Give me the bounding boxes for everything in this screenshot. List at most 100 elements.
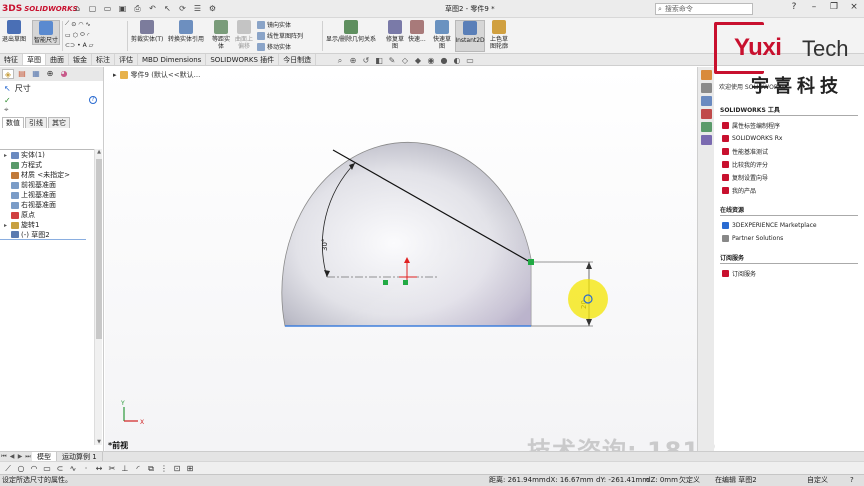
tree-item[interactable]: 右视基准面 (0, 200, 94, 210)
tab-annotation[interactable]: 标注 (92, 54, 115, 65)
home-icon[interactable]: ⌂ (72, 3, 83, 14)
fillet-icon[interactable]: ◜ (87, 32, 89, 39)
first-tab-icon[interactable]: ⏮ (0, 453, 8, 461)
section-view-icon[interactable]: ◧ (374, 56, 384, 65)
convert-entities-button[interactable]: 转换实体引用 (168, 20, 204, 43)
convert-icon[interactable]: ⊞ (185, 463, 195, 474)
link-partner-solutions[interactable]: Partner Solutions (720, 232, 864, 245)
trim-entities-button[interactable]: 剪裁实体(T) (131, 20, 163, 43)
rectangle-icon[interactable]: ▭ (65, 32, 71, 39)
offset-entities-button[interactable]: 等距实体 (211, 20, 231, 50)
graphics-area[interactable]: ▸ 零件9 (默认<<默认... 30° Y X *前视 (105, 67, 841, 465)
move-entities-button[interactable]: 移动实体 (257, 42, 291, 51)
ok-button[interactable]: ✓ (0, 96, 103, 105)
last-tab-icon[interactable]: ⏭ (24, 453, 32, 461)
tab-sheet-metal[interactable]: 钣金 (69, 54, 92, 65)
display-style-icon[interactable]: ◆ (413, 56, 423, 65)
prev-tab-icon[interactable]: ◀ (8, 453, 16, 460)
options-gear-icon[interactable]: ⚙ (207, 3, 218, 14)
surface-offset-button[interactable]: 曲面上偏移 (234, 20, 254, 50)
property-manager-tab-icon[interactable]: ◈ (2, 69, 14, 79)
tab-model[interactable]: 模型 (32, 451, 57, 462)
shaded-contours-button[interactable]: 上色草图轮廓 (488, 20, 510, 50)
arc-icon[interactable]: ◠ (29, 463, 39, 474)
polygon-icon[interactable]: ⬡ (73, 32, 78, 39)
rapid-sketch-button[interactable]: 快速草图 (432, 20, 452, 50)
pattern-icon[interactable]: ⋮ (159, 463, 169, 474)
quick-snaps-button[interactable]: 快速... (408, 20, 426, 43)
relations-icon[interactable]: ⊥ (120, 463, 130, 474)
units-selector[interactable]: 自定义 (807, 475, 828, 486)
open-icon[interactable]: ▭ (102, 3, 113, 14)
help-icon[interactable]: ? (788, 2, 800, 12)
angle-dimension-text[interactable]: 30° (321, 239, 329, 251)
previous-view-icon[interactable]: ↺ (361, 56, 371, 65)
offset-icon[interactable]: ⊡ (172, 463, 182, 474)
file-explorer-icon[interactable] (700, 96, 712, 106)
tab-other[interactable]: 其它 (48, 117, 70, 128)
circle-icon[interactable]: ○ (16, 463, 26, 474)
view-settings-icon[interactable]: ▭ (465, 56, 475, 65)
new-document-icon[interactable]: ▢ (87, 3, 98, 14)
tool-my-products[interactable]: 我的产品 (720, 184, 864, 197)
tab-leaders[interactable]: 引线 (25, 117, 47, 128)
endpoint-marker[interactable] (528, 259, 534, 265)
zoom-area-icon[interactable]: ⊕ (348, 56, 358, 65)
scroll-thumb[interactable] (96, 159, 102, 339)
sketch-canvas[interactable]: 30° 20 Y X (105, 67, 697, 451)
exit-sketch-button[interactable]: 退出草图 (2, 20, 26, 43)
expand-arrow-icon[interactable]: ▸ (4, 152, 9, 159)
tool-copy-settings[interactable]: 复制设置向导 (720, 171, 864, 184)
appearances-icon[interactable] (700, 122, 712, 132)
tree-item[interactable]: ▸ 旋转1 (0, 220, 94, 230)
tab-addins[interactable]: SOLIDWORKS 插件 (206, 54, 280, 65)
tree-item[interactable]: 材质 <未指定> (0, 170, 94, 180)
hide-show-items-icon[interactable]: ◉ (426, 56, 436, 65)
solidworks-resources-icon[interactable] (700, 70, 712, 80)
instant2d-button[interactable]: Instant2D (455, 20, 485, 52)
arc-icon[interactable]: ◠ (78, 21, 83, 28)
tree-item[interactable]: 方程式 (0, 160, 94, 170)
apply-scene-icon[interactable]: ◐ (452, 56, 462, 65)
minimize-icon[interactable]: – (808, 2, 820, 12)
repair-sketch-button[interactable]: 修复草图 (384, 20, 406, 50)
tree-scrollbar[interactable]: ▲ ▼ (94, 149, 102, 445)
tab-motion-study[interactable]: 运动算例 1 (57, 451, 103, 462)
spline-icon[interactable]: ∿ (85, 21, 90, 28)
circle-icon[interactable]: ⊙ (71, 21, 76, 28)
plane-icon[interactable]: ▱ (89, 42, 94, 49)
tree-item[interactable]: 原点 (0, 210, 94, 220)
link-subscription[interactable]: 订阅服务 (720, 267, 864, 280)
tool-performance-benchmark[interactable]: 性能基准测试 (720, 145, 864, 158)
tree-item[interactable]: 上视基准面 (0, 190, 94, 200)
smart-dimension-button[interactable]: 智能尺寸 (32, 20, 61, 45)
display-relations-button[interactable]: 显示/删除几何关系 (326, 20, 376, 43)
undo-icon[interactable]: ↶ (147, 3, 158, 14)
tree-item[interactable]: 前视基准面 (0, 180, 94, 190)
display-manager-tab-icon[interactable]: ◕ (58, 69, 70, 79)
custom-properties-icon[interactable] (700, 135, 712, 145)
tree-item[interactable]: ▸ 实体(1) (0, 150, 94, 160)
select-icon[interactable]: ↖ (162, 3, 173, 14)
help-icon[interactable]: ? (89, 96, 97, 104)
line-icon[interactable]: ⟋ (65, 20, 69, 28)
view-orientation-icon[interactable]: ◇ (400, 56, 410, 65)
next-tab-icon[interactable]: ▶ (16, 453, 24, 460)
configuration-manager-tab-icon[interactable]: ▦ (30, 69, 42, 79)
point-icon[interactable]: · (81, 463, 91, 474)
tab-value[interactable]: 数值 (2, 117, 24, 128)
tab-sketch[interactable]: 草图 (23, 54, 46, 65)
point-icon[interactable]: • (77, 42, 81, 49)
tab-evaluate[interactable]: 评估 (115, 54, 138, 65)
mirror-entities-button[interactable]: 镜向实体 (257, 20, 291, 29)
line-icon[interactable]: ⟋ (3, 463, 13, 474)
rectangle-icon[interactable]: ▭ (42, 463, 52, 474)
text-tool-icon[interactable]: A (83, 42, 87, 49)
tab-make-today[interactable]: 今日制造 (279, 54, 317, 65)
solidworks-logo[interactable]: 3DS SOLIDWORKS (0, 4, 78, 14)
ellipse-icon[interactable]: ⬭ (80, 31, 85, 39)
search-commands[interactable]: ⌕ 搜索命令 (655, 3, 753, 15)
tool-solidworks-rx[interactable]: SOLIDWORKS Rx (720, 132, 864, 145)
pin-icon[interactable]: ⌖ (0, 105, 103, 114)
mirror-icon[interactable]: ⧉ (146, 463, 156, 474)
